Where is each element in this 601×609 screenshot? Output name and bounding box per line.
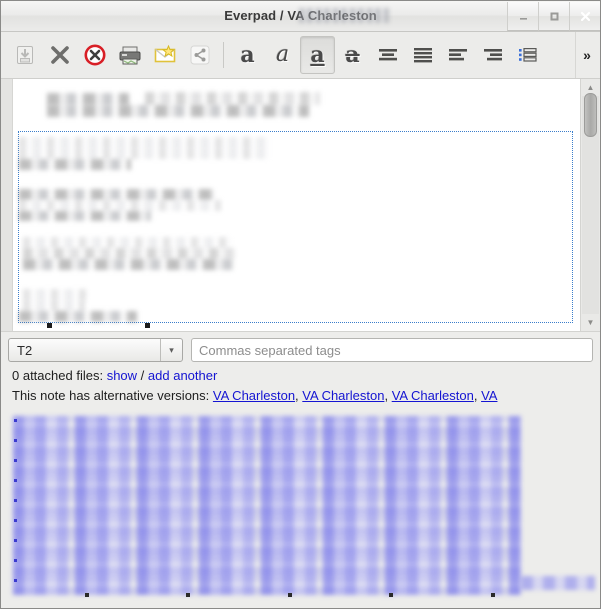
title-bar: Everpad / VA Charleston — [1, 1, 600, 32]
strikethrough-glyph: a — [345, 42, 360, 68]
italic-icon[interactable]: a — [265, 36, 300, 74]
show-attachments-link[interactable]: show — [107, 368, 137, 383]
editor-gutter — [1, 79, 13, 331]
save-icon[interactable] — [7, 36, 42, 74]
scroll-down-icon[interactable]: ▼ — [581, 314, 600, 331]
alt-sep: , — [473, 388, 478, 403]
notebook-select[interactable]: T2 ▾ — [8, 338, 183, 362]
align-center-icon[interactable] — [370, 36, 405, 74]
italic-glyph: a — [275, 42, 290, 67]
attachments-separator: / — [140, 368, 145, 383]
bold-icon[interactable]: a — [230, 36, 265, 74]
scrollbar-thumb[interactable] — [584, 93, 597, 137]
underline-glyph: a — [310, 42, 325, 68]
print-icon[interactable] — [112, 36, 147, 74]
resize-handle[interactable] — [145, 323, 150, 328]
note-meta-row: T2 ▾ — [1, 332, 600, 362]
attachments-count: 0 attached files: — [12, 368, 104, 383]
align-justify-icon[interactable] — [405, 36, 440, 74]
toolbar-overflow-button[interactable]: » — [575, 32, 598, 78]
align-right-icon[interactable] — [475, 36, 510, 74]
alternative-versions-line: This note has alternative versions: VA C… — [1, 383, 600, 403]
tags-input[interactable] — [192, 341, 592, 359]
alt-sep: , — [295, 388, 299, 403]
alt-sep: , — [384, 388, 389, 403]
redaction-handle — [288, 593, 292, 597]
attachments-line: 0 attached files: show / add another — [1, 362, 600, 383]
chevron-down-icon[interactable]: ▾ — [160, 339, 182, 361]
align-left-icon[interactable] — [440, 36, 475, 74]
redacted-text-line — [145, 92, 320, 105]
bold-glyph: a — [240, 42, 255, 68]
share-icon[interactable] — [182, 36, 217, 74]
everpad-window: Everpad / VA Charleston a a a a » ▲ ▼ T2… — [0, 0, 601, 609]
toolbar-separator — [223, 42, 224, 68]
delete-icon[interactable] — [77, 36, 112, 74]
add-attachment-link[interactable]: add another — [148, 368, 217, 383]
notebook-select-value: T2 — [17, 342, 33, 358]
tags-field[interactable] — [191, 338, 593, 362]
email-icon[interactable] — [147, 36, 182, 74]
alternative-versions-label: This note has alternative versions: — [12, 388, 210, 403]
alternative-versions-redacted-tail[interactable] — [521, 576, 595, 590]
redaction-handle — [186, 593, 190, 597]
redaction-handle — [389, 593, 393, 597]
redacted-text-line — [47, 105, 309, 117]
alternative-version-link[interactable]: VA — [481, 388, 497, 403]
bullet-list-icon[interactable] — [510, 36, 545, 74]
alternative-version-link[interactable]: VA Charleston — [392, 388, 474, 403]
window-controls — [507, 1, 600, 31]
editor-canvas[interactable] — [13, 79, 579, 331]
minimize-button[interactable] — [507, 2, 538, 31]
alternative-versions-bullets — [14, 419, 18, 591]
note-editor[interactable]: ▲ ▼ — [1, 79, 600, 332]
selection-outline — [18, 131, 573, 323]
close-note-icon[interactable] — [42, 36, 77, 74]
editor-scrollbar[interactable]: ▲ ▼ — [580, 79, 600, 331]
close-button[interactable] — [569, 2, 600, 31]
redaction-handle — [85, 593, 89, 597]
redacted-text-line — [47, 93, 129, 105]
redaction-handle — [491, 593, 495, 597]
strikethrough-icon[interactable]: a — [335, 36, 370, 74]
underline-icon[interactable]: a — [300, 36, 335, 74]
alternative-version-link[interactable]: VA Charleston — [213, 388, 295, 403]
maximize-button[interactable] — [538, 2, 569, 31]
alternative-version-link[interactable]: VA Charleston — [302, 388, 384, 403]
resize-handle[interactable] — [47, 323, 52, 328]
formatting-toolbar: a a a a » — [1, 32, 600, 79]
alternative-versions-redacted-block[interactable] — [13, 416, 521, 595]
